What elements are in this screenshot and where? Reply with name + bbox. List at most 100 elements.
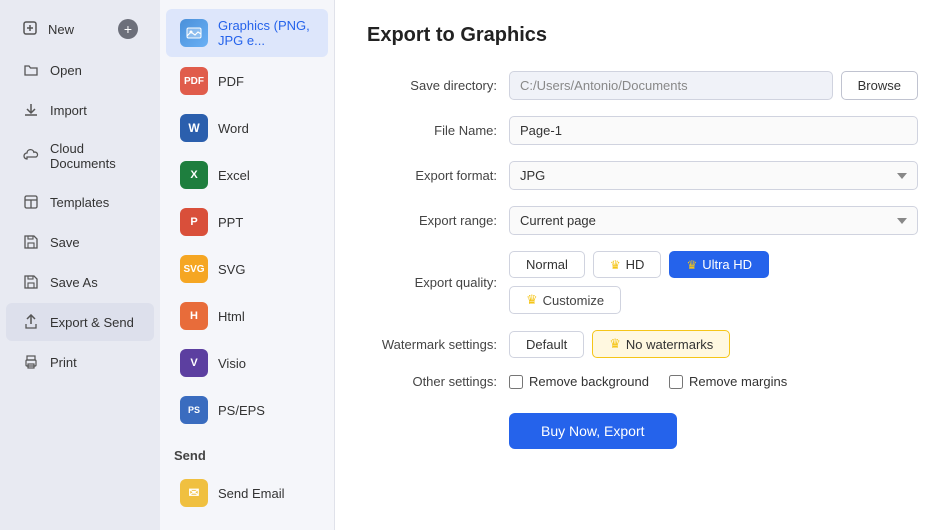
watermark-default-button[interactable]: Default xyxy=(509,331,584,358)
middle-item-pseps-label: PS/EPS xyxy=(218,403,265,418)
templates-icon xyxy=(22,193,40,211)
sidebar-item-save-as[interactable]: Save As xyxy=(6,263,154,301)
new-icon xyxy=(22,20,38,39)
other-settings-checkboxes: Remove background Remove margins xyxy=(509,374,918,389)
sidebar-item-import[interactable]: Import xyxy=(6,91,154,129)
save-directory-label: Save directory: xyxy=(367,78,497,93)
middle-item-graphics[interactable]: Graphics (PNG, JPG e... xyxy=(166,9,328,57)
watermark-buttons: Default ♛ No watermarks xyxy=(509,330,918,358)
sidebar-item-cloud[interactable]: Cloud Documents xyxy=(6,131,154,181)
watermark-control: Default ♛ No watermarks xyxy=(509,330,918,358)
browse-button[interactable]: Browse xyxy=(841,71,918,100)
file-name-control xyxy=(509,116,918,145)
other-settings-label: Other settings: xyxy=(367,374,497,389)
export-format-label: Export format: xyxy=(367,168,497,183)
sidebar-item-open[interactable]: Open xyxy=(6,51,154,89)
main-content: Export to Graphics Save directory: Brows… xyxy=(335,0,950,530)
save-directory-control: Browse xyxy=(509,71,918,100)
export-format-row: Export format: JPG PNG BMP TIFF GIF xyxy=(367,161,918,190)
export-quality-row: Export quality: Normal ♛ HD ♛ Ultra HD ♛ xyxy=(367,251,918,314)
cloud-icon xyxy=(22,147,40,165)
sidebar-item-templates[interactable]: Templates xyxy=(6,183,154,221)
remove-background-label: Remove background xyxy=(529,374,649,389)
export-quality-control: Normal ♛ HD ♛ Ultra HD ♛ Customize xyxy=(509,251,918,314)
svg-icon: SVG xyxy=(180,255,208,283)
middle-panel: Graphics (PNG, JPG e... PDF PDF W Word X… xyxy=(160,0,335,530)
page-title: Export to Graphics xyxy=(367,24,918,47)
sidebar-item-new[interactable]: New + xyxy=(6,9,154,49)
sidebar-item-export[interactable]: Export & Send xyxy=(6,303,154,341)
middle-item-excel[interactable]: X Excel xyxy=(166,152,328,198)
email-icon: ✉ xyxy=(180,479,208,507)
quality-buttons: Normal ♛ HD ♛ Ultra HD xyxy=(509,251,918,278)
export-quality-label: Export quality: xyxy=(367,275,497,290)
excel-icon: X xyxy=(180,161,208,189)
buy-now-container: Buy Now, Export xyxy=(367,405,918,449)
sidebar-label-save-as: Save As xyxy=(50,275,98,290)
word-icon: W xyxy=(180,114,208,142)
remove-background-checkbox[interactable]: Remove background xyxy=(509,374,649,389)
middle-item-visio-label: Visio xyxy=(218,356,246,371)
customize-button[interactable]: ♛ Customize xyxy=(509,286,621,314)
middle-item-visio[interactable]: V Visio xyxy=(166,340,328,386)
middle-item-pseps[interactable]: PS PS/EPS xyxy=(166,387,328,433)
quality-ultra-hd-button[interactable]: ♛ Ultra HD xyxy=(669,251,769,278)
file-name-row: File Name: xyxy=(367,116,918,145)
sidebar-label-print: Print xyxy=(50,355,77,370)
sidebar-label-export: Export & Send xyxy=(50,315,134,330)
ppt-icon: P xyxy=(180,208,208,236)
import-icon xyxy=(22,101,40,119)
remove-margins-checkbox[interactable]: Remove margins xyxy=(669,374,787,389)
file-name-label: File Name: xyxy=(367,123,497,138)
html-icon: H xyxy=(180,302,208,330)
middle-item-ppt[interactable]: P PPT xyxy=(166,199,328,245)
export-format-control: JPG PNG BMP TIFF GIF xyxy=(509,161,918,190)
middle-item-pdf[interactable]: PDF PDF xyxy=(166,58,328,104)
buy-now-export-button[interactable]: Buy Now, Export xyxy=(509,413,677,449)
watermark-label: Watermark settings: xyxy=(367,337,497,352)
export-range-label: Export range: xyxy=(367,213,497,228)
sidebar-item-save[interactable]: Save xyxy=(6,223,154,261)
middle-item-word[interactable]: W Word xyxy=(166,105,328,151)
export-format-select[interactable]: JPG PNG BMP TIFF GIF xyxy=(509,161,918,190)
sidebar-label-templates: Templates xyxy=(50,195,109,210)
new-plus-icon[interactable]: + xyxy=(118,19,138,39)
sidebar-label-import: Import xyxy=(50,103,87,118)
save-directory-input-group: Browse xyxy=(509,71,918,100)
quality-hd-button[interactable]: ♛ HD xyxy=(593,251,662,278)
middle-item-html-label: Html xyxy=(218,309,245,324)
watermark-row: Watermark settings: Default ♛ No waterma… xyxy=(367,330,918,358)
sidebar-label-open: Open xyxy=(50,63,82,78)
save-as-icon xyxy=(22,273,40,291)
save-directory-input[interactable] xyxy=(509,71,833,100)
pseps-icon: PS xyxy=(180,396,208,424)
remove-margins-input[interactable] xyxy=(669,375,683,389)
remove-margins-label: Remove margins xyxy=(689,374,787,389)
send-section-header: Send xyxy=(160,434,334,469)
other-settings-row: Other settings: Remove background Remove… xyxy=(367,374,918,389)
export-range-control: Current page All pages Selected pages xyxy=(509,206,918,235)
sidebar: New + Open Import Cloud Documents xyxy=(0,0,160,530)
middle-item-word-label: Word xyxy=(218,121,249,136)
middle-item-html[interactable]: H Html xyxy=(166,293,328,339)
watermark-crown-icon: ♛ xyxy=(609,336,621,352)
middle-item-excel-label: Excel xyxy=(218,168,250,183)
remove-background-input[interactable] xyxy=(509,375,523,389)
file-name-input[interactable] xyxy=(509,116,918,145)
middle-item-ppt-label: PPT xyxy=(218,215,243,230)
quality-normal-button[interactable]: Normal xyxy=(509,251,585,278)
middle-item-graphics-label: Graphics (PNG, JPG e... xyxy=(218,18,314,48)
sidebar-item-print[interactable]: Print xyxy=(6,343,154,381)
watermark-none-button[interactable]: ♛ No watermarks xyxy=(592,330,730,358)
open-icon xyxy=(22,61,40,79)
middle-item-email-label: Send Email xyxy=(218,486,284,501)
middle-item-svg[interactable]: SVG SVG xyxy=(166,246,328,292)
graphics-icon xyxy=(180,19,208,47)
other-settings-control: Remove background Remove margins xyxy=(509,374,918,389)
save-directory-row: Save directory: Browse xyxy=(367,71,918,100)
middle-item-email[interactable]: ✉ Send Email xyxy=(166,470,328,516)
export-range-row: Export range: Current page All pages Sel… xyxy=(367,206,918,235)
sidebar-label-save: Save xyxy=(50,235,80,250)
export-range-select[interactable]: Current page All pages Selected pages xyxy=(509,206,918,235)
middle-item-pdf-label: PDF xyxy=(218,74,244,89)
